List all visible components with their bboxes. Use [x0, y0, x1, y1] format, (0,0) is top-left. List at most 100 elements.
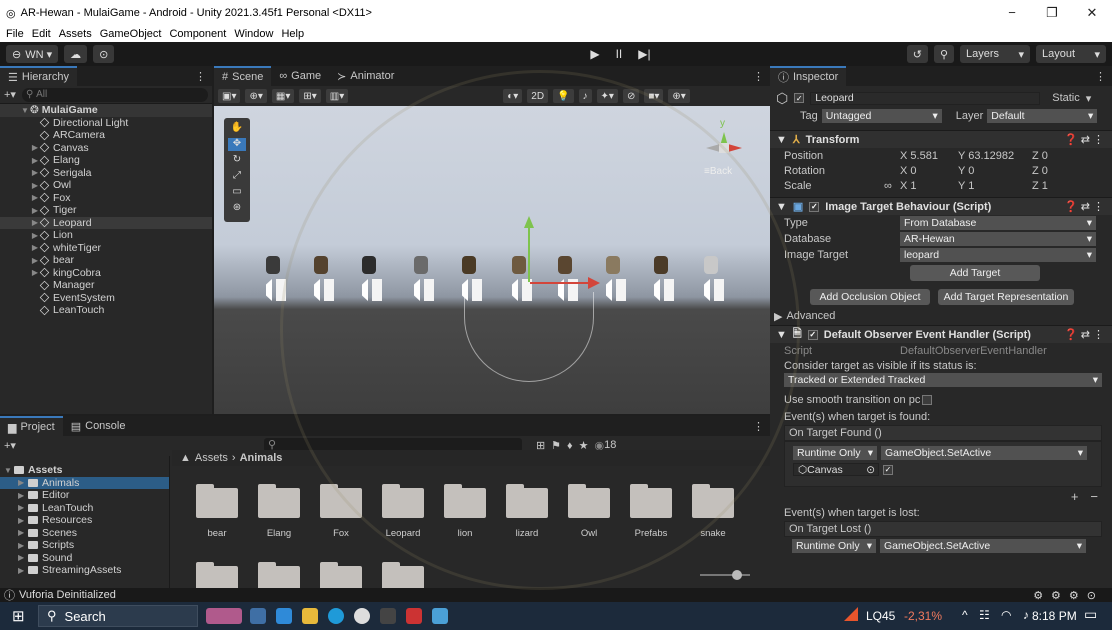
menu-help[interactable]: Help [281, 28, 304, 40]
type-dropdown[interactable]: From Database ▾ [900, 216, 1096, 230]
folder-icon[interactable] [196, 484, 238, 518]
folder-icon[interactable] [196, 562, 238, 596]
hierarchy-item[interactable]: ▶ bear [0, 254, 212, 267]
expand-arrow-icon[interactable]: ▶ [30, 218, 40, 227]
smooth-checkbox[interactable] [922, 395, 933, 405]
app-icon[interactable] [406, 608, 422, 624]
expand-arrow-icon[interactable]: ▶ [18, 491, 28, 500]
hierarchy-item[interactable]: ▶ whiteTiger [0, 242, 212, 255]
system-tray-icons[interactable]: ^ ☷ ◠ ♪ [962, 608, 1033, 622]
image-target-marker[interactable] [598, 274, 630, 306]
expand-arrow-icon[interactable]: ▶ [18, 541, 28, 550]
folder-tree-item[interactable]: ▶ Scenes [0, 527, 169, 540]
add-representation-button[interactable]: Add Target Representation [938, 289, 1074, 305]
gizmos-dropdown[interactable]: ⊕▾ [668, 89, 690, 103]
photos-icon[interactable] [432, 608, 448, 624]
move-tool-icon[interactable]: ✥ [228, 138, 246, 151]
expand-arrow-icon[interactable]: ▼ [776, 134, 787, 146]
remove-event-button[interactable]: − [1090, 489, 1098, 504]
animal-model[interactable] [512, 256, 526, 274]
image-target-header[interactable]: ▼ ▣ ✓ Image Target Behaviour (Script) ❓ ⇄ ⋮ [770, 197, 1112, 215]
minimize-button[interactable]: − [992, 5, 1032, 21]
shading-dropdown[interactable]: ◐▾ [503, 89, 523, 103]
folder-tree-item[interactable]: ▶ StreamingAssets [0, 564, 169, 577]
component-menu-icon[interactable]: ❓ ⇄ ⋮ [1064, 200, 1112, 213]
more-icon[interactable]: ⋮ [753, 70, 770, 83]
script-field[interactable]: DefaultObserverEventHandler [900, 345, 1047, 357]
folder-icon[interactable] [568, 484, 610, 518]
draw-mode-dropdown[interactable]: ▣▾ [218, 89, 241, 103]
animal-model[interactable] [704, 256, 718, 274]
rotation-y[interactable]: Y 0 [958, 165, 1032, 177]
windows-start-icon[interactable]: ⊞ [12, 607, 25, 625]
layer-dropdown[interactable]: Default ▾ [987, 109, 1098, 123]
folder-tree-item[interactable]: ▼ Assets [0, 464, 169, 477]
tab-game[interactable]: ∞ Game [271, 66, 329, 86]
animal-model[interactable] [362, 256, 376, 274]
image-target-marker[interactable] [696, 274, 728, 306]
transform-header[interactable]: ▼ ⅄ Transform ❓ ⇄ ⋮ [770, 130, 1112, 148]
folder-tree-item[interactable]: ▶ Editor [0, 489, 169, 502]
scale-y[interactable]: Y 1 [958, 180, 1032, 192]
advanced-foldout[interactable]: ▶ Advanced [770, 307, 1112, 325]
tab-hierarchy[interactable]: ☰ Hierarchy [0, 66, 77, 86]
runtime-dropdown[interactable]: Runtime Only ▾ [793, 446, 877, 460]
folder-tree-item[interactable]: ▶ Resources [0, 514, 169, 527]
scale-z[interactable]: Z 1 [1032, 180, 1048, 192]
position-y[interactable]: Y 63.12982 [958, 150, 1032, 162]
folder-label[interactable]: Owl [559, 528, 619, 539]
hierarchy-item[interactable]: ARCamera [0, 129, 212, 142]
status-filter-dropdown[interactable]: Tracked or Extended Tracked ▾ [784, 373, 1102, 387]
clock[interactable]: 8:18 PM [1032, 609, 1077, 623]
folder-label[interactable]: Leopard [373, 528, 433, 539]
add-occlusion-button[interactable]: Add Occlusion Object [810, 289, 930, 305]
expand-arrow-icon[interactable]: ▼ [776, 329, 787, 341]
method-dropdown[interactable]: GameObject.SetActive ▾ [881, 446, 1087, 460]
folder-icon[interactable] [692, 484, 734, 518]
add-button[interactable]: +▾ [4, 88, 16, 101]
create-button[interactable]: +▾ [4, 439, 16, 452]
scale-x[interactable]: X 1 [900, 180, 958, 192]
observer-handler-header[interactable]: ▼ 🗎 ✓ Default Observer Event Handler (Scrip… [770, 325, 1112, 343]
setactive-checkbox[interactable]: ✓ [883, 464, 893, 475]
hierarchy-item[interactable]: ▶ Leopard [0, 216, 212, 229]
hierarchy-item[interactable]: ▶ Fox [0, 192, 212, 205]
database-dropdown[interactable]: AR-Hewan ▾ [900, 232, 1096, 246]
tab-scene[interactable]: # Scene [214, 66, 272, 86]
move-gizmo-y[interactable] [528, 224, 530, 282]
folder-icon[interactable] [630, 484, 672, 518]
runtime-dropdown[interactable]: Runtime Only ▾ [792, 539, 876, 553]
move-gizmo-x[interactable] [530, 282, 590, 284]
animal-model[interactable] [314, 256, 328, 274]
zoom-slider[interactable] [700, 574, 750, 576]
canvas-object-field[interactable]: ⬡ Canvas ⊙ [793, 463, 879, 476]
folder-icon[interactable] [258, 484, 300, 518]
component-enabled-checkbox[interactable]: ✓ [809, 201, 820, 212]
rotate-tool-icon[interactable]: ↻ [228, 154, 246, 167]
static-toggle[interactable]: Static [1052, 92, 1080, 104]
folder-icon[interactable] [320, 484, 362, 518]
taskbar-search[interactable]: ⚲ Search [38, 605, 198, 627]
effects-dropdown[interactable]: ✦▾ [596, 89, 618, 103]
folder-tree-item[interactable]: ▶ Sound [0, 552, 169, 565]
menu-component[interactable]: Component [169, 28, 226, 40]
hierarchy-item[interactable]: LeanTouch [0, 304, 212, 317]
tab-console[interactable]: ▤ Console [63, 416, 134, 436]
animal-model[interactable] [558, 256, 572, 274]
add-event-button[interactable]: + [1071, 489, 1079, 504]
scene-viewport[interactable]: ✋ ✥ ↻ ⤢ ▭ ⊛ y ≡Back [214, 106, 770, 414]
play-button[interactable]: ▶ [590, 47, 599, 61]
hierarchy-item[interactable]: EventSystem [0, 292, 212, 305]
lock-icon[interactable]: ⋮ [1095, 70, 1112, 83]
expand-arrow-icon[interactable]: ▼ [776, 201, 787, 213]
breadcrumb-animals[interactable]: Animals [240, 452, 283, 464]
maximize-button[interactable]: ❐ [1032, 5, 1072, 21]
folder-tree-item[interactable]: ▶ Scripts [0, 539, 169, 552]
folder-tree-item[interactable]: ▶ LeanTouch [0, 502, 169, 515]
menu-gameobject[interactable]: GameObject [100, 28, 162, 40]
expand-arrow-icon[interactable]: ▶ [18, 528, 28, 537]
status-message[interactable]: Vuforia Deinitialized [19, 589, 116, 601]
audio-toggle[interactable]: ♪ [578, 89, 592, 103]
folder-tree-item[interactable]: ▶ Animals [0, 476, 169, 489]
step-button[interactable]: ▶| [638, 47, 650, 61]
